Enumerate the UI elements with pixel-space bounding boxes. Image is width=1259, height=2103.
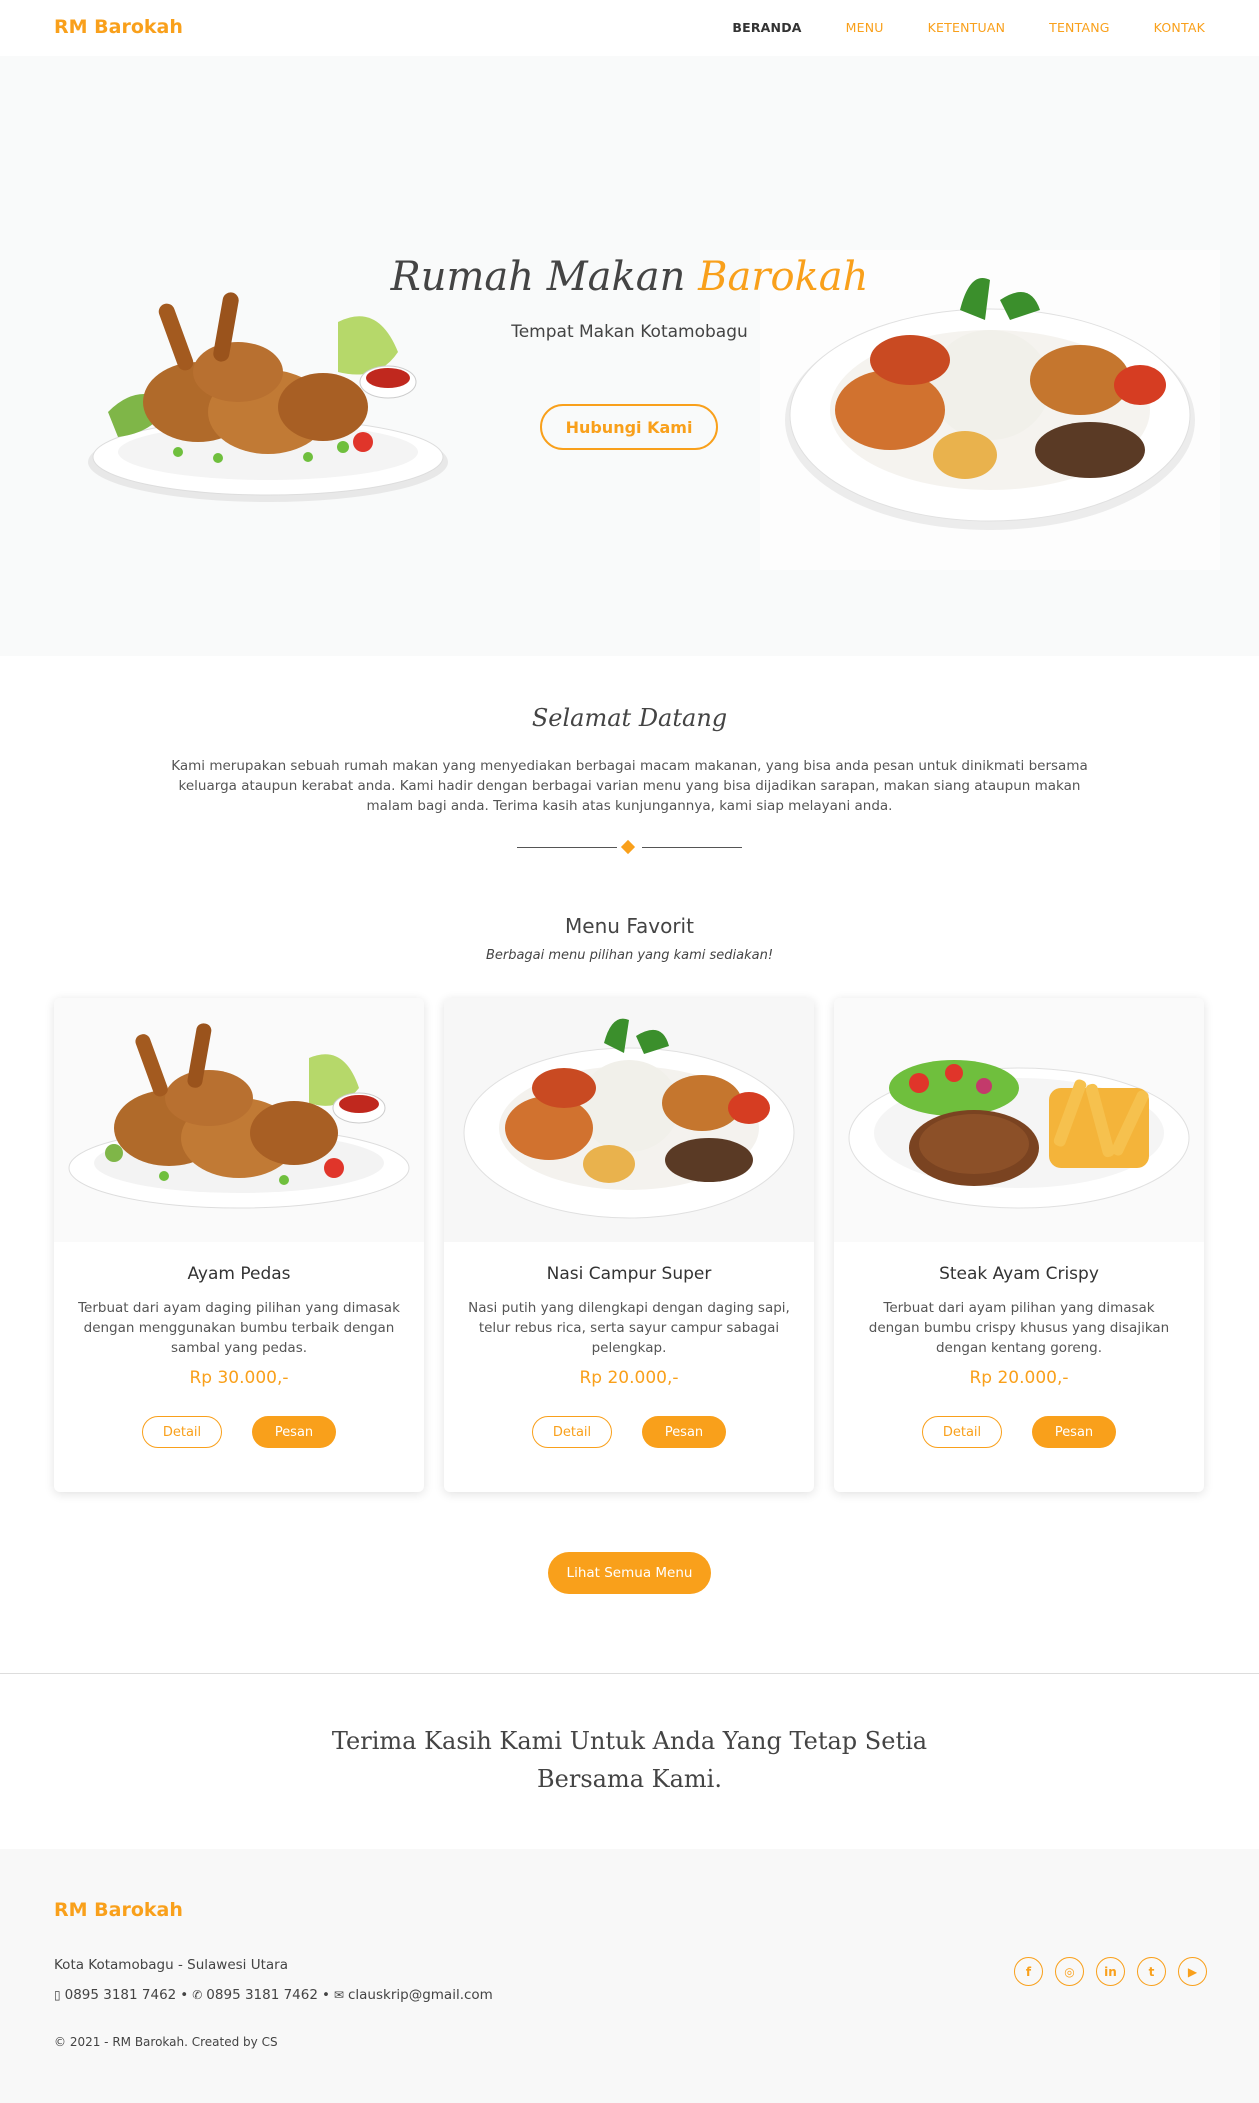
hero-title-main: Rumah Makan (390, 254, 686, 300)
divider-line-left (517, 847, 617, 848)
nav-link-kontak[interactable]: KONTAK (1154, 20, 1205, 35)
menu-card-ayam-pedas: Ayam Pedas Terbuat dari ayam daging pili… (54, 998, 424, 1492)
footer: RM Barokah Kota Kotamobagu - Sulawesi Ut… (0, 1849, 1259, 2103)
facebook-icon[interactable]: f (1014, 1957, 1043, 1986)
footer-phone[interactable]: 0895 3181 7462 (65, 1987, 177, 2003)
whatsapp-icon: ✆ (192, 1988, 203, 2002)
menu-card-nasi-campur-super: Nasi Campur Super Nasi putih yang dileng… (444, 998, 814, 1492)
hero-title-accent: Barokah (698, 254, 869, 300)
nasi-campur-super-image (444, 998, 814, 1242)
footer-copyright: © 2021 - RM Barokah. Created by CS (54, 2035, 278, 2049)
menu-card-description: Terbuat dari ayam pilihan yang dimasak d… (868, 1300, 1170, 1356)
footer-whatsapp[interactable]: 0895 3181 7462 (206, 1987, 318, 2003)
menu-card-description: Terbuat dari ayam daging pilihan yang di… (78, 1300, 400, 1356)
order-button[interactable]: Pesan (252, 1416, 336, 1448)
navbar: RM Barokah BERANDA MENU KETENTUAN TENTAN… (0, 0, 1259, 56)
nav-link-beranda[interactable]: BERANDA (732, 20, 801, 35)
ayam-pedas-image (54, 998, 424, 1242)
fried-chicken-plate-image (88, 292, 448, 502)
separator: • (180, 1987, 189, 2003)
contact-us-button[interactable]: Hubungi Kami (540, 404, 718, 450)
order-button[interactable]: Pesan (642, 1416, 726, 1448)
menu-card-name: Nasi Campur Super (546, 1264, 712, 1284)
steak-ayam-crispy-image (834, 998, 1204, 1242)
instagram-icon[interactable]: ◎ (1055, 1957, 1084, 1986)
detail-button[interactable]: Detail (142, 1416, 222, 1448)
hero-title: Rumah Makan Barokah (0, 254, 1259, 300)
welcome-title: Selamat Datang (531, 704, 728, 732)
nav-link-ketentuan[interactable]: KETENTUAN (928, 20, 1005, 35)
linkedin-icon[interactable]: in (1096, 1957, 1125, 1986)
nav-link-tentang[interactable]: TENTANG (1049, 20, 1110, 35)
detail-button[interactable]: Detail (922, 1416, 1002, 1448)
footer-email[interactable]: clauskrip@gmail.com (348, 1987, 493, 2003)
phone-icon: ▯ (54, 1988, 61, 2002)
menu-card-price: Rp 20.000,- (969, 1368, 1069, 1388)
favorites-title: Menu Favorit (565, 914, 694, 938)
diamond-icon (620, 839, 636, 855)
menu-card-name: Steak Ayam Crispy (939, 1264, 1099, 1284)
social-links: f ◎ in t ▶ (1014, 1957, 1207, 1986)
hero-subtitle: Tempat Makan Kotamobagu (511, 322, 748, 342)
envelope-icon: ✉ (333, 1988, 344, 2002)
nav-link-menu[interactable]: MENU (846, 20, 884, 35)
order-button[interactable]: Pesan (1032, 1416, 1116, 1448)
menu-card-description: Nasi putih yang dilengkapi dengan daging… (468, 1300, 790, 1356)
footer-contact: ▯ 0895 3181 7462 • ✆ 0895 3181 7462 • ✉ … (54, 1987, 493, 2003)
see-all-menu-button[interactable]: Lihat Semua Menu (548, 1552, 711, 1594)
menu-card-price: Rp 30.000,- (189, 1368, 289, 1388)
favorites-subtitle: Berbagai menu pilihan yang kami sediakan… (485, 948, 774, 963)
section-divider (517, 839, 742, 855)
menu-card-price: Rp 20.000,- (579, 1368, 679, 1388)
footer-address: Kota Kotamobagu - Sulawesi Utara (54, 1957, 288, 1973)
separator: • (321, 1987, 330, 2003)
brand-logo[interactable]: RM Barokah (54, 16, 183, 38)
divider-line-right (642, 847, 742, 848)
section-separator (0, 1673, 1259, 1674)
thanks-message: Terima Kasih Kami Untuk Anda Yang Tetap … (331, 1727, 928, 1793)
youtube-icon[interactable]: ▶ (1178, 1957, 1207, 1986)
twitter-icon[interactable]: t (1137, 1957, 1166, 1986)
nav-links: BERANDA MENU KETENTUAN TENTANG KONTAK (688, 20, 1205, 35)
detail-button[interactable]: Detail (532, 1416, 612, 1448)
menu-card-name: Ayam Pedas (187, 1264, 291, 1284)
welcome-text: Kami merupakan sebuah rumah makan yang m… (171, 758, 1088, 814)
footer-brand: RM Barokah (54, 1899, 183, 1921)
menu-card-steak-ayam-crispy: Steak Ayam Crispy Terbuat dari ayam pili… (834, 998, 1204, 1492)
